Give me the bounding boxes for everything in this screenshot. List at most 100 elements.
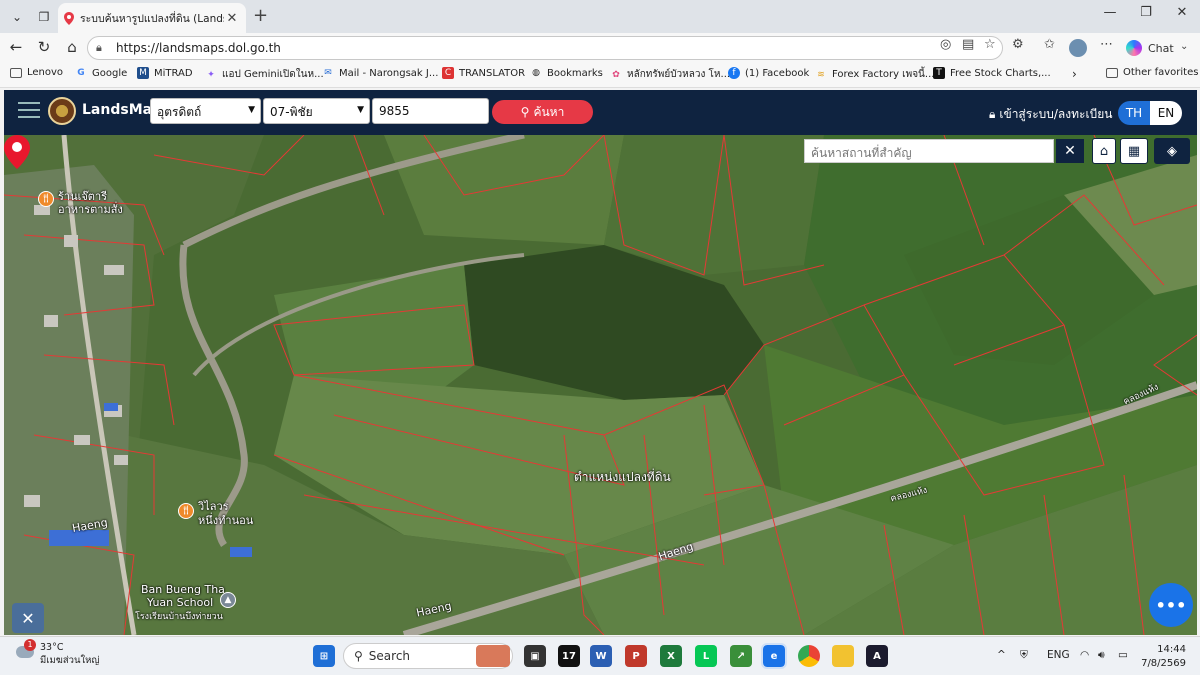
fav-bualuang[interactable]: ✿ หลักทรัพย์บัวหลวง โห... (610, 67, 730, 82)
folder-icon (10, 67, 22, 78)
line-app-icon[interactable]: L (695, 645, 717, 667)
vpn-app-icon[interactable]: A (866, 645, 888, 667)
fav-mitrad[interactable]: M MiTRAD (137, 67, 193, 79)
forex-icon: ≋ (817, 69, 825, 80)
address-toolbar: ← ↻ ⌂ 🔒︎ https://landsmaps.dol.go.th ◎ ▤… (0, 33, 1200, 63)
browser-tab-bar: ⌄ ❐ ระบบค้นหารูปแปลงที่ดิน (LandsMaps) ✕… (0, 0, 1200, 33)
url-bar[interactable]: 🔒︎ https://landsmaps.dol.go.th (87, 36, 1003, 60)
back-icon[interactable]: ← (6, 38, 26, 56)
parcel-location-pin-icon[interactable] (4, 135, 30, 169)
home-icon[interactable]: ⌂ (62, 38, 82, 56)
powerpoint-icon[interactable]: P (625, 645, 647, 667)
file-explorer-icon[interactable] (832, 645, 854, 667)
globe-icon: ◍ (532, 68, 540, 78)
task-view-icon[interactable]: ▣ (524, 645, 546, 667)
tools-icon[interactable]: ✕ (12, 603, 44, 633)
favorites-bar: Lenovo G Google M MiTRAD ✦ แอป Geminiเปิดใน… (0, 63, 1200, 88)
stock-app-icon[interactable]: ↗ (730, 645, 752, 667)
home-view-icon[interactable]: ⌂ (1092, 138, 1116, 164)
parcel-label: ตำแหน่งแปลงที่ดิน (574, 470, 671, 484)
mitrad-icon: M (137, 67, 149, 79)
lang-en-button[interactable]: EN (1150, 101, 1182, 125)
fav-mail[interactable]: ✉ Mail - Narongsak J... (322, 67, 438, 79)
poi-label: หนึ่งทำนอน (198, 514, 254, 527)
minimize-icon[interactable]: — (1095, 5, 1125, 20)
fav-bookmarks[interactable]: ◍ Bookmarks (530, 67, 603, 79)
fav-other[interactable]: Other favorites (1106, 67, 1198, 78)
bualuang-icon: ✿ (612, 69, 620, 80)
fav-google[interactable]: G Google (75, 67, 127, 79)
lang-th-button[interactable]: TH (1118, 101, 1150, 125)
satellite-map[interactable]: ค้นหาสถานที่สำคัญ ✕ ⌂ ▦ ◈ 🍴︎ ร้านเจ๊ตารี… (4, 135, 1197, 635)
wifi-icon[interactable]: ◠ (1080, 649, 1089, 661)
poi-label: อาหารตามสั่ง (58, 203, 123, 216)
refresh-icon[interactable]: ↻ (34, 38, 54, 56)
translator-icon: C (442, 67, 454, 79)
search-button[interactable]: ⚲ ค้นหา (492, 100, 593, 124)
windows-start-icon[interactable]: ⊞ (313, 645, 335, 667)
fav-translator[interactable]: C TRANSLATOR (442, 67, 525, 79)
language-indicator[interactable]: ENG (1047, 649, 1070, 661)
restaurant-poi-icon[interactable]: 🍴︎ (38, 191, 54, 207)
favorite-star-icon[interactable]: ☆ (984, 37, 996, 52)
workspaces-icon[interactable]: ❐ (33, 6, 55, 28)
menu-icon[interactable] (18, 102, 40, 120)
copilot-icon (1126, 40, 1142, 56)
excel-icon[interactable]: X (660, 645, 682, 667)
more-icon[interactable]: ⋯ (1100, 37, 1113, 52)
clear-search-icon[interactable]: ✕ (1056, 139, 1084, 163)
reader-icon[interactable]: ▤ (962, 37, 974, 52)
parcel-number-input[interactable]: 9855 (372, 98, 489, 124)
sidebar-chevron-icon[interactable]: ⌄ (1180, 41, 1188, 52)
battery-icon[interactable]: ▭ (1118, 649, 1128, 661)
tab-actions-chevron-icon[interactable]: ⌄ (6, 6, 28, 28)
maximize-icon[interactable]: ❐ (1131, 5, 1161, 20)
lock-icon: 🔒︎ (96, 41, 102, 54)
school-label-th: โรงเรียนบ้านบึงท่ายวน (135, 612, 223, 622)
folder-icon (1106, 67, 1118, 78)
mail-icon: ✉ (324, 68, 332, 78)
chrome-icon[interactable] (798, 645, 820, 667)
search-icon: ⚲ (520, 105, 530, 119)
clock[interactable]: 14:44 7/8/2569 (1140, 643, 1186, 671)
fav-facebook[interactable]: f (1) Facebook (728, 67, 809, 79)
windows-taskbar: 1 33°C มีเมฆส่วนใหญ่ ⊞ ⚲ Search ▣ 17 W P… (0, 636, 1200, 675)
dol-logo (48, 97, 76, 125)
tradingview-app-icon[interactable]: 17 (558, 645, 580, 667)
fav-tradingview[interactable]: T Free Stock Charts,... (933, 67, 1051, 79)
location-icon[interactable]: ◎ (940, 37, 951, 52)
edge-icon[interactable]: e (761, 643, 787, 669)
security-icon[interactable]: ⛨ (1020, 649, 1028, 662)
close-tab-icon[interactable]: ✕ (224, 11, 240, 26)
more-favorites-chevron-icon[interactable]: › (1072, 67, 1077, 81)
map-imagery (4, 135, 1197, 635)
grid-icon[interactable]: ▦ (1120, 138, 1148, 164)
weather-widget[interactable]: 1 33°C มีเมฆส่วนใหญ่ (14, 639, 99, 668)
place-search-input[interactable]: ค้นหาสถานที่สำคัญ (804, 139, 1054, 163)
tray-chevron-icon[interactable]: ^ (997, 649, 1006, 661)
new-tab-icon[interactable]: + (253, 5, 268, 26)
close-window-icon[interactable]: ✕ (1167, 5, 1197, 20)
fav-forex[interactable]: ≋ Forex Factory เพจนี้... (815, 67, 934, 82)
extensions-icon[interactable]: ⚙ (1012, 37, 1024, 52)
word-icon[interactable]: W (590, 645, 612, 667)
temperature: 33°C (40, 642, 64, 653)
district-select[interactable]: 07-พิชัย ▼ (263, 98, 370, 124)
chat-label: Chat (1148, 41, 1174, 55)
volume-icon[interactable]: 🔊︎ (1098, 649, 1105, 662)
restaurant-poi-icon[interactable]: 🍴︎ (178, 503, 194, 519)
map-pin-icon (64, 11, 74, 25)
login-link[interactable]: 🔒︎ เข้าสู่ระบบ/ลงทะเบียน (989, 105, 1112, 124)
fav-gemini[interactable]: ✦ แอป Geminiเปิดในห... (205, 67, 323, 82)
fav-lenovo[interactable]: Lenovo (10, 67, 63, 78)
browser-tab[interactable]: ระบบค้นหารูปแปลงที่ดิน (LandsMaps) ✕ (58, 3, 246, 33)
province-select[interactable]: อุตรดิตถ์ ▼ (150, 98, 261, 124)
profile-avatar[interactable] (1069, 39, 1087, 57)
more-actions-button[interactable]: ••• (1149, 583, 1193, 627)
chevron-down-icon: ▼ (248, 105, 255, 115)
school-poi-icon[interactable]: ▲ (220, 592, 236, 608)
favorites-icon[interactable]: ✩ (1044, 37, 1055, 52)
google-icon: G (77, 68, 85, 78)
layers-icon[interactable]: ◈ (1154, 138, 1190, 164)
copilot-chat-button[interactable]: Chat (1126, 38, 1174, 58)
